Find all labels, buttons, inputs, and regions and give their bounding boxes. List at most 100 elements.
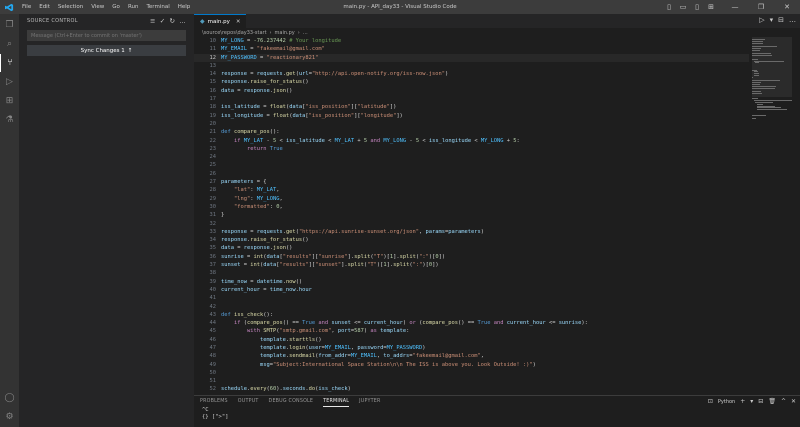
toggle-sidebar-icon[interactable]: ▯ <box>664 2 674 12</box>
code-line[interactable]: 35 data = response.json() <box>194 244 749 252</box>
code-line[interactable]: 10 MY_LONG = -76.237442 # Your longitude <box>194 37 749 45</box>
close-icon[interactable]: ✕ <box>236 19 241 25</box>
code-line[interactable]: 23 return True <box>194 145 749 153</box>
code-line[interactable]: 31} <box>194 211 749 219</box>
menu-item-edit[interactable]: Edit <box>35 0 54 14</box>
code-line[interactable]: 27 parameters = { <box>194 178 749 186</box>
search-icon[interactable]: ⌕ <box>0 35 19 53</box>
code-line[interactable]: 30 "formatted": 0, <box>194 203 749 211</box>
settings-gear-icon[interactable]: ⚙ <box>0 408 19 426</box>
commit-message-input[interactable] <box>27 30 186 41</box>
maximize-panel-icon[interactable]: ^ <box>781 398 786 405</box>
more-actions-icon[interactable]: … <box>179 17 186 25</box>
tab-terminal[interactable]: TERMINAL <box>323 397 350 407</box>
code-line[interactable]: 28 "lat": MY_LAT, <box>194 186 749 194</box>
tab-main-py[interactable]: ◆ main.py ✕ <box>194 14 247 28</box>
code-line[interactable]: 49 msg="Subject:International Space Stat… <box>194 361 749 369</box>
kill-terminal-icon[interactable]: 🗑 <box>768 398 776 405</box>
menu-item-view[interactable]: View <box>87 0 108 14</box>
code-line[interactable]: 33 response = requests.get("https://api.s… <box>194 228 749 236</box>
menu-item-file[interactable]: File <box>18 0 35 14</box>
run-python-icon[interactable]: ▷ <box>759 16 764 24</box>
code-line[interactable]: 24 <box>194 153 749 161</box>
explorer-icon[interactable]: ❐ <box>0 16 19 34</box>
code-line[interactable]: 20 <box>194 120 749 128</box>
code-line[interactable]: 15 response.raise_for_status() <box>194 78 749 86</box>
code-line[interactable]: 26 <box>194 170 749 178</box>
tab-debug-console[interactable]: DEBUG CONSOLE <box>269 399 314 404</box>
code-line[interactable]: 29 "lng": MY_LONG, <box>194 195 749 203</box>
code-line[interactable]: 22 if MY_LAT - 5 < iss_latitude < MY_LAT… <box>194 137 749 145</box>
editor-scrollbar[interactable] <box>792 37 800 395</box>
code-line[interactable]: 50 <box>194 369 749 377</box>
split-editor-icon[interactable]: ⊟ <box>778 16 784 24</box>
code-line[interactable]: 14 response = requests.get(url="http://ap… <box>194 70 749 78</box>
menu-item-terminal[interactable]: Terminal <box>142 0 173 14</box>
menu-item-run[interactable]: Run <box>124 0 143 14</box>
run-dropdown-icon[interactable]: ▾ <box>770 16 774 24</box>
code-line[interactable]: 47 template.login(user=MY_EMAIL, passwor… <box>194 344 749 352</box>
menu-item-help[interactable]: Help <box>174 0 195 14</box>
code-line[interactable]: 16 data = response.json() <box>194 87 749 95</box>
code-line[interactable]: 39 time_now = datetime.now() <box>194 278 749 286</box>
terminal-name[interactable]: Python <box>718 399 735 405</box>
sync-changes-button[interactable]: Sync Changes 1 ↑ <box>27 45 186 56</box>
menu-item-selection[interactable]: Selection <box>54 0 87 14</box>
tab-output[interactable]: OUTPUT <box>238 399 259 404</box>
code-line[interactable]: 38 <box>194 269 749 277</box>
code-line[interactable]: 25 <box>194 161 749 169</box>
code-line[interactable]: 13 <box>194 62 749 70</box>
run-debug-icon[interactable]: ▷ <box>0 73 19 91</box>
tab-problems[interactable]: PROBLEMS <box>200 399 228 404</box>
terminal-output[interactable]: ^C{} [">"] <box>194 407 800 421</box>
terminal-dropdown-icon[interactable]: ▾ <box>750 398 753 405</box>
commit-check-icon[interactable]: ✓ <box>160 17 166 25</box>
tab-jupyter[interactable]: JUPYTER <box>359 399 380 404</box>
code-line[interactable]: 46 template.starttls() <box>194 336 749 344</box>
menu-item-go[interactable]: Go <box>108 0 124 14</box>
code-line[interactable]: 42 <box>194 303 749 311</box>
code-line[interactable]: 11 MY_EMAIL = "fakeemail@gmail.com" <box>194 45 749 53</box>
code-line[interactable]: 41 <box>194 294 749 302</box>
code-line[interactable]: 18 iss_latitude = float(data["iss_positio… <box>194 103 749 111</box>
refresh-icon[interactable]: ↻ <box>169 17 175 25</box>
more-actions-icon[interactable]: … <box>789 16 796 24</box>
code-line[interactable]: 17 <box>194 95 749 103</box>
customize-layout-icon[interactable]: ⊞ <box>706 2 716 12</box>
code-line[interactable]: 40 current_hour = time_now.hour <box>194 286 749 294</box>
minimap-line <box>752 114 766 116</box>
title-bar: File Edit Selection View Go Run Terminal Help m… <box>0 0 800 14</box>
line-number: 34 <box>209 237 217 244</box>
code-line[interactable]: 32 <box>194 220 749 228</box>
maximize-icon[interactable]: ❐ <box>748 0 774 14</box>
account-icon[interactable]: ◯ <box>0 389 19 407</box>
close-window-icon[interactable]: ✕ <box>774 0 800 14</box>
code-line[interactable]: 43 def iss_check(): <box>194 311 749 319</box>
code-line[interactable]: 34 response.raise_for_status() <box>194 236 749 244</box>
code-line[interactable]: 12 MY_PASSWORD = "reactionary821" <box>194 53 749 62</box>
code-line[interactable]: 52 schedule.every(60).seconds.do(iss_chec… <box>194 385 749 393</box>
code-line[interactable]: 44 if (compare_pos() == True and sunset … <box>194 319 749 327</box>
toggle-secondary-sidebar-icon[interactable]: ▯ <box>692 2 702 12</box>
code-editor[interactable]: 10 MY_LONG = -76.237442 # Your longitude 1… <box>194 37 749 395</box>
code-line[interactable]: 19 iss_longitude = float(data["iss_positi… <box>194 112 749 120</box>
extensions-icon[interactable]: ⊞ <box>0 92 19 110</box>
code-line[interactable]: 37 sunset = int(data["results"]["sunset"]… <box>194 261 749 269</box>
new-terminal-icon[interactable]: + <box>740 398 745 405</box>
view-as-tree-icon[interactable]: ≡ <box>150 17 156 25</box>
toggle-panel-icon[interactable]: ▭ <box>678 2 688 12</box>
split-terminal-icon[interactable]: ⊟ <box>758 398 763 405</box>
code-line[interactable]: 51 <box>194 377 749 385</box>
testing-icon[interactable]: ⚗ <box>0 111 19 129</box>
breadcrumb-item[interactable]: … <box>303 30 308 36</box>
code-line[interactable]: 48 template.sendmail(from_addr=MY_EMAIL,… <box>194 352 749 360</box>
code-line[interactable]: 45 with SMTP("smtp.gmail.com", port=587)… <box>194 327 749 335</box>
minimap[interactable] <box>752 37 792 395</box>
minimize-icon[interactable]: — <box>722 0 748 14</box>
source-control-icon[interactable]: ⑂ <box>0 54 19 72</box>
code-line[interactable]: 36 sunrise = int(data["results"]["sunrise… <box>194 253 749 261</box>
breadcrumb-item[interactable]: main.py <box>275 30 295 36</box>
breadcrumb-item[interactable]: \source\repos\day33-start <box>202 30 267 36</box>
code-line[interactable]: 21 def compare_pos(): <box>194 128 749 136</box>
close-panel-icon[interactable]: ✕ <box>791 398 796 405</box>
